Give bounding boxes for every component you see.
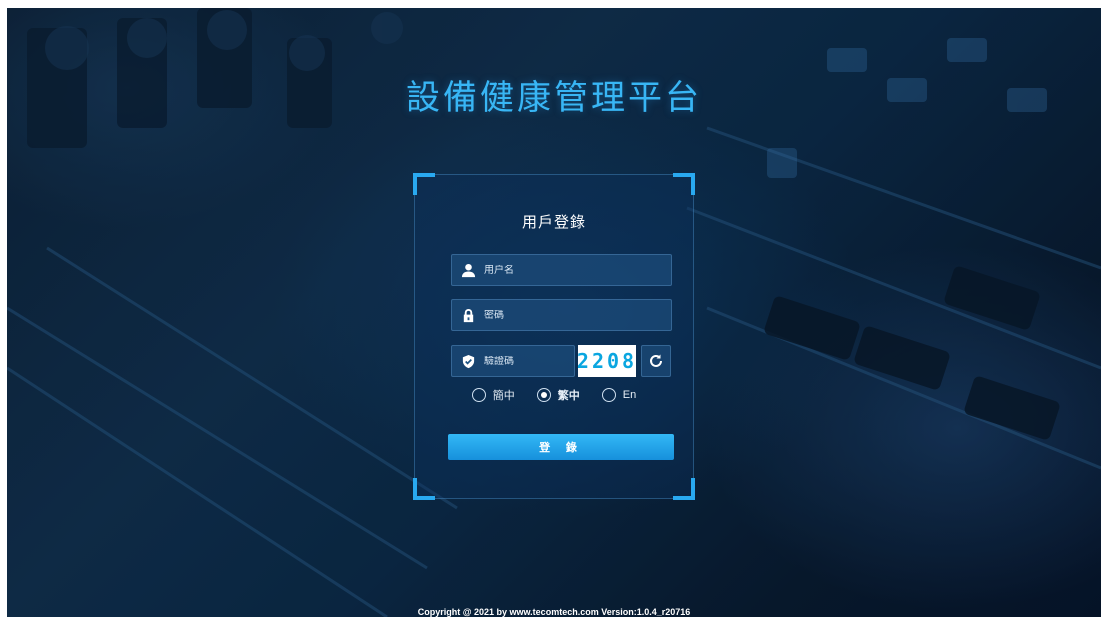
login-panel: 用戶登錄 2208: [413, 173, 695, 500]
radio-english[interactable]: [601, 388, 616, 402]
captcha-field[interactable]: [451, 345, 575, 377]
user-icon: [460, 262, 476, 278]
lang-option-traditional[interactable]: 繁中: [536, 387, 580, 403]
refresh-icon: [650, 354, 662, 367]
frame-corner-top-right: [673, 173, 695, 195]
lang-label-simplified: 簡中: [492, 390, 515, 402]
background-panel: 設備健康管理平台 用戶登錄 2208: [7, 8, 1101, 617]
radio-simplified[interactable]: [471, 388, 486, 402]
frame-corner-bottom-left: [413, 478, 435, 500]
username-field[interactable]: [451, 254, 672, 286]
lock-icon: [460, 307, 476, 323]
lang-label-english: En: [622, 389, 637, 401]
footer-copyright: Copyright @ 2021 by www.tecomtech.com Ve…: [417, 607, 691, 617]
captcha-input[interactable]: [484, 355, 564, 367]
lang-option-simplified[interactable]: 簡中: [471, 387, 515, 403]
lang-option-english[interactable]: En: [601, 387, 637, 403]
app-title: 設備健康管理平台: [406, 78, 702, 118]
frame-corner-top-left: [413, 173, 435, 195]
scrollbar[interactable]: [1101, 8, 1105, 617]
password-input[interactable]: [484, 309, 654, 321]
frame-corner-bottom-right: [673, 478, 695, 500]
captcha-image[interactable]: 2208: [577, 345, 636, 377]
radio-traditional[interactable]: [536, 388, 551, 402]
username-input[interactable]: [484, 264, 654, 276]
login-title: 用戶登錄: [521, 214, 586, 231]
refresh-captcha-button[interactable]: [641, 345, 671, 377]
password-field[interactable]: [451, 299, 672, 331]
login-button[interactable]: 登 錄: [448, 434, 674, 460]
shield-check-icon: [460, 353, 476, 369]
lang-label-traditional: 繁中: [557, 390, 580, 402]
language-selector: 簡中 繁中 En: [415, 387, 693, 403]
